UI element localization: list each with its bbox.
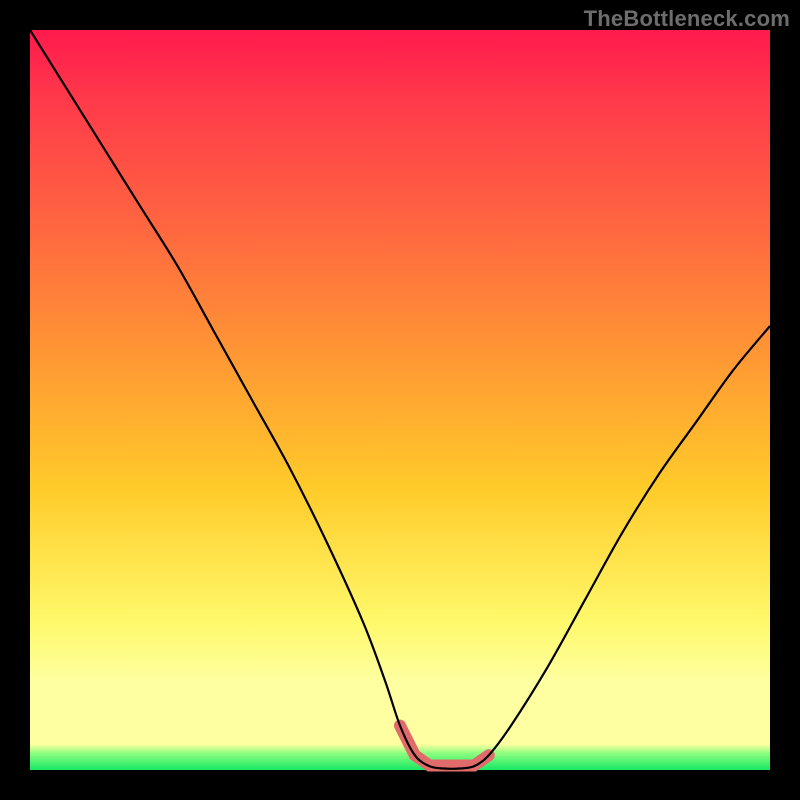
watermark-text: TheBottleneck.com — [584, 6, 790, 32]
bottleneck-curve — [30, 30, 770, 769]
optimal-marker — [400, 726, 489, 766]
chart-container: TheBottleneck.com — [0, 0, 800, 800]
curve-layer — [30, 30, 770, 770]
plot-area — [30, 30, 770, 770]
